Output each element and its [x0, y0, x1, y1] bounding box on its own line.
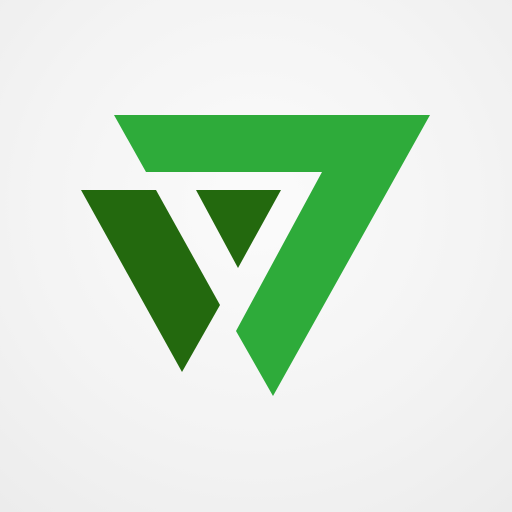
logo-dark-green-left-shape — [81, 190, 220, 372]
stylized-v-triangle-logo-icon — [81, 115, 430, 396]
logo-dark-green-inner-triangle — [196, 190, 281, 268]
app-icon-canvas — [0, 0, 512, 512]
